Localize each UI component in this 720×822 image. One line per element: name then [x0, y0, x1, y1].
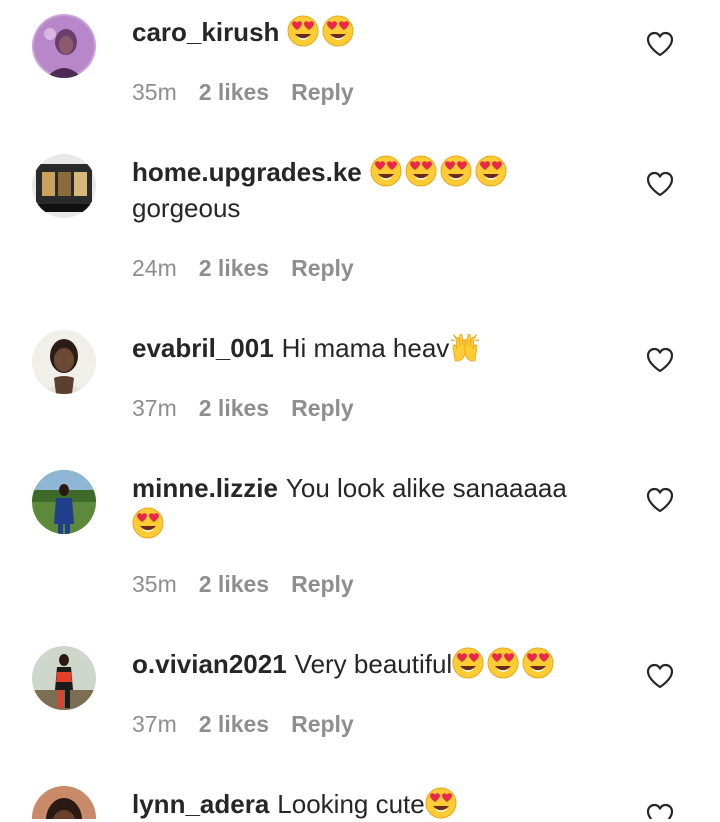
- comment-meta: 35m 2 likes Reply: [132, 570, 376, 598]
- comment-meta: 35m 2 likes Reply: [132, 78, 376, 106]
- comment-text: o.vivian2021 Very beautiful: [132, 646, 612, 682]
- reply-button[interactable]: Reply: [291, 711, 354, 737]
- heart-eyes-emoji-icon: [287, 15, 319, 47]
- likes-count[interactable]: 2 likes: [199, 711, 269, 737]
- comment-body: Hi mama heav: [281, 333, 450, 363]
- heart-eyes-emoji-icon: [132, 507, 164, 539]
- like-heart-icon[interactable]: [646, 663, 674, 689]
- heart-eyes-emoji-group: [425, 787, 460, 819]
- likes-count[interactable]: 2 likes: [199, 571, 269, 597]
- comment-meta: 24m 2 likes Reply: [132, 254, 376, 282]
- reply-button[interactable]: Reply: [291, 571, 354, 597]
- comment-text: lynn_adera Looking cute: [132, 786, 612, 822]
- comment-username[interactable]: lynn_adera: [132, 789, 269, 819]
- reply-button[interactable]: Reply: [291, 79, 354, 105]
- heart-eyes-emoji-group: [287, 15, 357, 47]
- comment-username[interactable]: caro_kirush: [132, 17, 279, 47]
- heart-eyes-emoji-icon: [522, 647, 554, 679]
- heart-eyes-emoji-icon: [405, 155, 437, 187]
- likes-count[interactable]: 2 likes: [199, 395, 269, 421]
- comment-meta: 37m 2 likes Reply: [132, 394, 376, 422]
- comment-body: Very beautiful: [294, 649, 453, 679]
- heart-eyes-emoji-icon: [440, 155, 472, 187]
- comment-time: 37m: [132, 711, 177, 737]
- comment-text: caro_kirush: [132, 14, 612, 50]
- comment-body: You look alike sanaaaaa: [285, 473, 567, 503]
- avatar[interactable]: [32, 154, 96, 218]
- comment-text: minne.lizzie You look alike sanaaaaa: [132, 470, 612, 542]
- reply-button[interactable]: Reply: [291, 255, 354, 281]
- like-heart-icon[interactable]: [646, 803, 674, 819]
- comment-body-line2: gorgeous: [132, 193, 241, 223]
- comment-username[interactable]: o.vivian2021: [132, 649, 287, 679]
- heart-eyes-emoji-group: [132, 507, 167, 539]
- like-heart-icon[interactable]: [646, 171, 674, 197]
- avatar[interactable]: [32, 646, 96, 710]
- avatar[interactable]: [32, 330, 96, 394]
- like-heart-icon[interactable]: [646, 487, 674, 513]
- heart-eyes-emoji-icon: [475, 155, 507, 187]
- likes-count[interactable]: 2 likes: [199, 79, 269, 105]
- comment-time: 24m: [132, 255, 177, 281]
- avatar[interactable]: [32, 470, 96, 534]
- heart-eyes-emoji-icon: [487, 647, 519, 679]
- heart-eyes-emoji-icon: [370, 155, 402, 187]
- avatar[interactable]: [32, 14, 96, 78]
- comment-username[interactable]: evabril_001: [132, 333, 274, 363]
- reply-button[interactable]: Reply: [291, 395, 354, 421]
- comment-time: 35m: [132, 571, 177, 597]
- like-heart-icon[interactable]: [646, 31, 674, 57]
- heart-eyes-emoji-icon: [425, 787, 457, 819]
- heart-eyes-emoji-icon: [322, 15, 354, 47]
- raising-hands-emoji-icon: [449, 331, 481, 363]
- likes-count[interactable]: 2 likes: [199, 255, 269, 281]
- comment-username[interactable]: minne.lizzie: [132, 473, 278, 503]
- comment-time: 37m: [132, 395, 177, 421]
- heart-eyes-emoji-group: [370, 155, 510, 187]
- like-heart-icon[interactable]: [646, 347, 674, 373]
- heart-eyes-emoji-icon: [452, 647, 484, 679]
- avatar[interactable]: [32, 786, 96, 819]
- heart-eyes-emoji-group: [452, 647, 557, 679]
- comment-meta: 37m 2 likes Reply: [132, 710, 376, 738]
- comment-text: home.upgrades.ke gorgeous: [132, 154, 612, 226]
- comment-body: Looking cute: [277, 789, 425, 819]
- comment-username[interactable]: home.upgrades.ke: [132, 157, 362, 187]
- raising-hands-emoji-group: [449, 333, 484, 363]
- comment-time: 35m: [132, 79, 177, 105]
- comment-text: evabril_001 Hi mama heav: [132, 330, 612, 366]
